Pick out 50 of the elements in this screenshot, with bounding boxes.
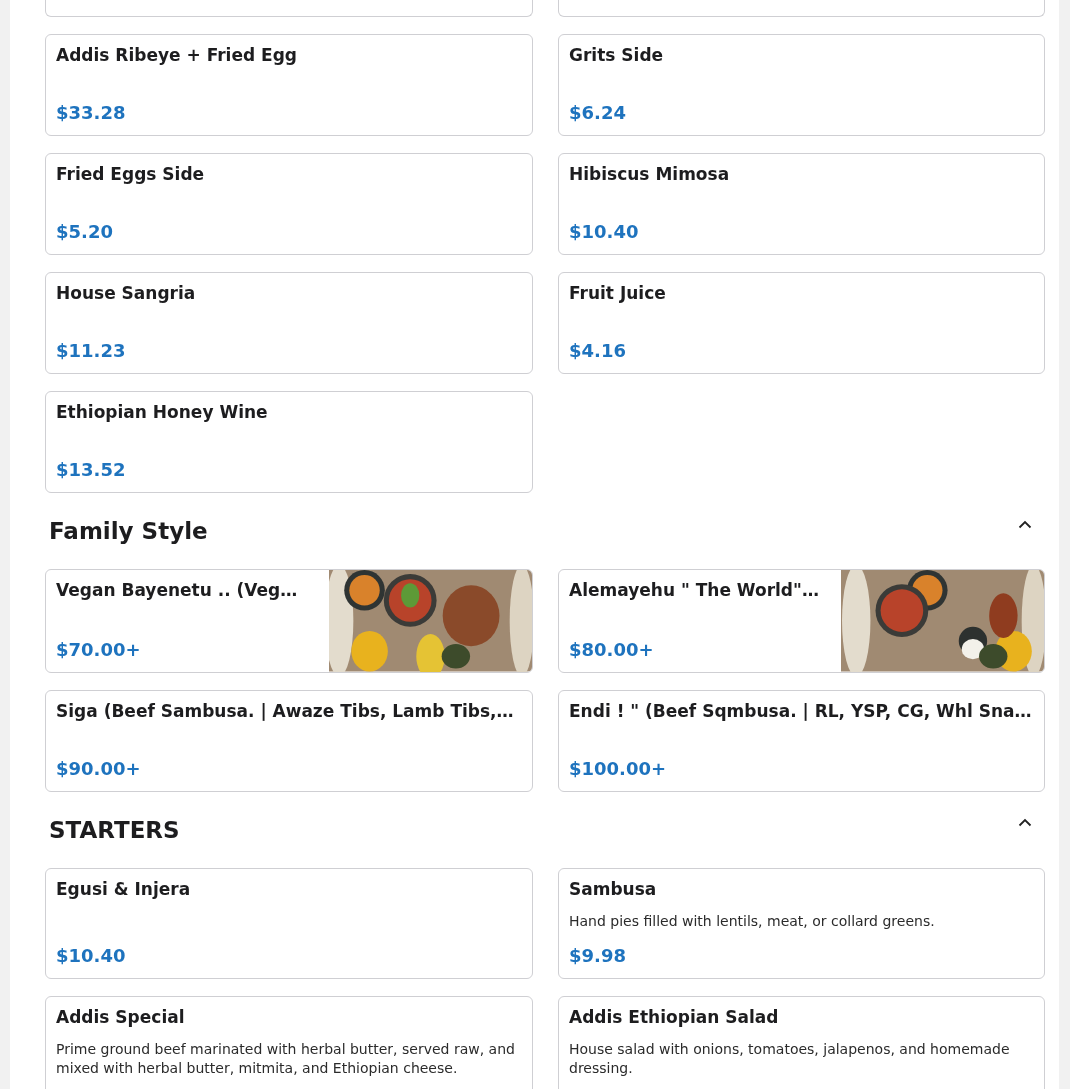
item-price: $11.23 [56, 339, 127, 362]
menu-item-card[interactable]: Addis Ribeye + Fried Egg $33.28 [45, 34, 533, 136]
section-title: Family Style [49, 518, 208, 544]
item-name: Alemayehu " The World"… [569, 579, 820, 601]
item-name: Fried Eggs Side [56, 163, 206, 185]
chevron-up-icon[interactable] [1018, 519, 1032, 529]
menu-item-card[interactable]: Siga (Beef Sambusa. | Awaze Tibs, Lamb Tibs,… $90.00+ [45, 689, 533, 792]
item-price: $70.00+ [56, 637, 142, 661]
item-name: Vegan Bayenetu .. (Veg… [56, 579, 299, 601]
item-price: $80.00+ [569, 637, 655, 661]
item-description: Hand pies filled with lentils, meat, or collard greens. [569, 911, 936, 931]
item-price: $5.20 [56, 220, 114, 243]
menu-item-card[interactable]: Grits Side $6.24 [558, 34, 1045, 136]
section-title: STARTERS [49, 816, 180, 843]
menu-item-card[interactable]: Fried Eggs Side $5.20 [45, 153, 533, 255]
item-name: Grits Side [569, 44, 665, 66]
item-price: $100.00+ [569, 756, 668, 780]
item-price: $6.24 [569, 101, 627, 124]
item-name: Hibiscus Mimosa [569, 163, 731, 185]
item-name: Fruit Juice [569, 282, 667, 304]
item-name: Endi ! " (Beef Sqmbusa. | RL, YSP, CG, Whl Sna… [569, 699, 1033, 722]
menu-item-card[interactable]: Vegan Bayenetu .. (Veg… $70.00+ [45, 569, 533, 673]
chevron-up-icon[interactable] [1018, 818, 1032, 827]
item-price: $10.40 [56, 943, 127, 967]
item-name: Addis Ethiopian Salad [569, 1005, 780, 1028]
menu-item-card[interactable]: Ethiopian Honey Wine $13.52 [45, 391, 533, 493]
item-name: Egusi & Injera [56, 877, 192, 900]
item-price: $33.28 [56, 101, 127, 124]
item-price: $10.40 [569, 220, 640, 243]
item-name: House Sangria [56, 282, 197, 304]
menu-item-card[interactable]: Sambusa Hand pies filled with lentils, meat, or collard greens. $9.98 [558, 867, 1045, 979]
menu-item-card[interactable]: Egusi & Injera $10.40 [45, 867, 533, 979]
item-description: Prime ground beef marinated with herbal butter, served raw, and mixed with herbal butter, mitmita, and Ethiopian cheese. [56, 1039, 516, 1078]
item-name: Sambusa [569, 877, 658, 900]
menu-item-card[interactable]: Hibiscus Mimosa $10.40 [558, 153, 1045, 255]
item-name: Addis Ribeye + Fried Egg [56, 44, 298, 66]
item-price: $9.98 [569, 943, 627, 967]
menu-item-card[interactable]: Endi ! " (Beef Sqmbusa. | RL, YSP, CG, Whl Sna… $100.00+ [558, 689, 1045, 792]
item-description: House salad with onions, tomatoes, jalapenos, and homemade dressing. [569, 1039, 1011, 1078]
item-price: $13.52 [56, 458, 127, 481]
menu-item-card[interactable]: Fruit Juice $4.16 [558, 272, 1045, 374]
item-name: Ethiopian Honey Wine [56, 401, 269, 423]
menu-item-card[interactable]: Addis Special Prime ground beef marinated with herbal butter, served raw, and mixed with herbal butter, mitmita, and Ethiopian cheese. [45, 995, 533, 1089]
menu-item-card[interactable]: Addis Ethiopian Salad House salad with onions, tomatoes, jalapenos, and homemade dressing. [558, 995, 1045, 1089]
menu-item-card[interactable]: Alemayehu " The World"… $80.00+ [558, 569, 1045, 673]
menu-item-card[interactable]: House Sangria $11.23 [45, 272, 533, 374]
item-name: Siga (Beef Sambusa. | Awaze Tibs, Lamb Tibs,… [56, 699, 515, 722]
item-name: Addis Special [56, 1005, 186, 1028]
item-price: $4.16 [569, 339, 627, 362]
item-price: $90.00+ [56, 756, 142, 780]
